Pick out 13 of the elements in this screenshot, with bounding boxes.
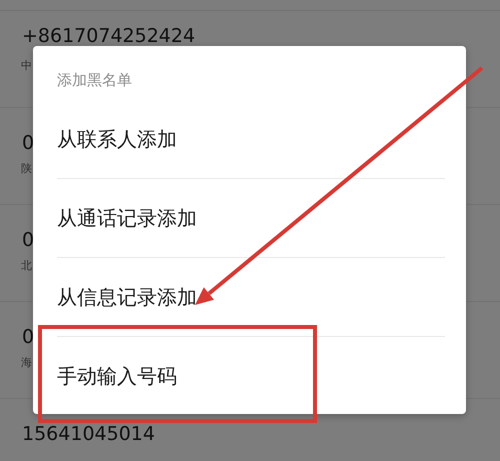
phone-number: 0 — [22, 326, 34, 348]
menu-item[interactable]: 从通话记录添加 — [57, 179, 445, 258]
menu-item[interactable]: 手动输入号码 — [57, 337, 445, 416]
location-text: 中 — [21, 59, 32, 73]
menu-item[interactable]: 从联系人添加 — [57, 100, 445, 179]
location-text: 北 — [21, 259, 32, 273]
dialog-title: 添加黑名单 — [57, 71, 132, 89]
location-text: 海 — [21, 356, 32, 370]
location-text: 陕 — [21, 162, 32, 176]
phone-number: +8617074252424 — [22, 25, 196, 47]
phone-number: 15641045014 — [22, 423, 155, 445]
phone-number: 0 — [22, 132, 34, 154]
phone-number: 0 — [22, 229, 34, 251]
